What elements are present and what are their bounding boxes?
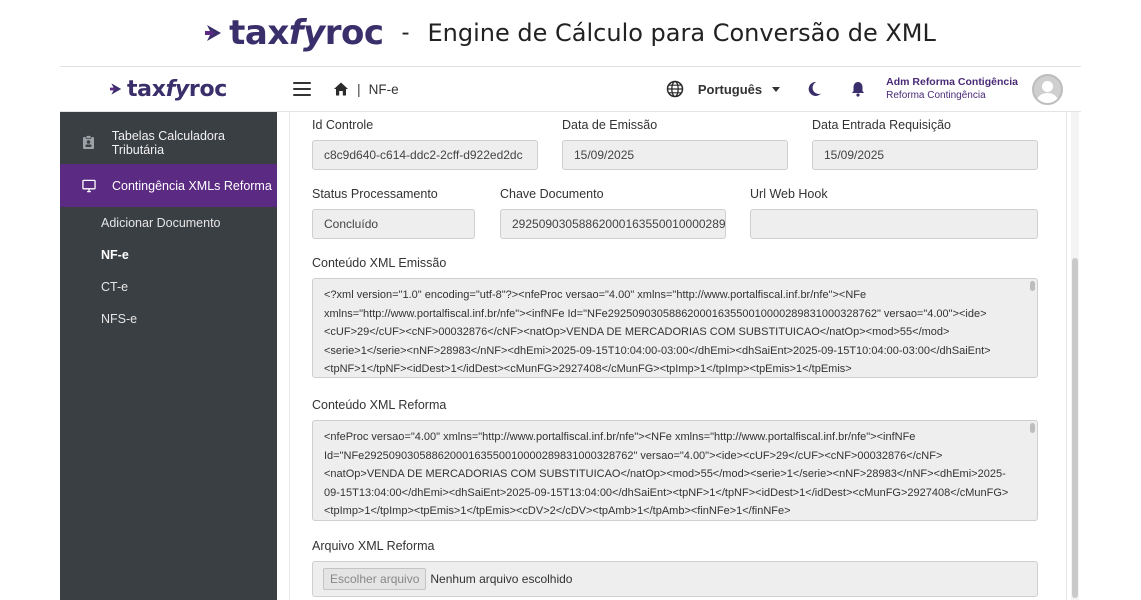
avatar[interactable] (1032, 73, 1063, 105)
top-bar: | NF-e Português Adm Reforma Contigência (277, 67, 1081, 112)
xml-reforma-textarea[interactable]: <nfeProc versao="4.00" xmlns="http://www… (312, 420, 1038, 521)
url-webhook-label: Url Web Hook (750, 187, 828, 201)
bell-icon[interactable] (850, 81, 866, 97)
sidebar-subitem-nfe[interactable]: NF-e (60, 239, 277, 271)
user-name: Adm Reforma Contigência (886, 76, 1018, 88)
chevron-down-icon (772, 86, 781, 92)
sidebar-item-contingencia-xmls[interactable]: Contingência XMLs Reforma (60, 164, 277, 207)
sidebar-logo[interactable]: taxfyroc (60, 67, 277, 112)
data-emissao-label: Data de Emissão (562, 118, 658, 132)
file-status-text: Nenhum arquivo escolhido (430, 572, 573, 586)
url-webhook-field[interactable] (750, 209, 1038, 239)
user-info[interactable]: Adm Reforma Contigência Reforma Contingê… (886, 76, 1018, 102)
user-role: Reforma Contingência (886, 90, 986, 101)
logo-arrow-icon (109, 83, 122, 95)
status-processamento-label: Status Processamento (312, 187, 438, 201)
xml-emissao-label: Conteúdo XML Emissão (312, 256, 447, 270)
scrollbar-thumb[interactable] (1072, 258, 1078, 598)
sidebar-subitem-cte[interactable]: CT-e (60, 271, 277, 303)
data-entrada-label: Data Entrada Requisição (812, 118, 951, 132)
textarea-scrollbar[interactable] (1030, 423, 1035, 433)
arquivo-xml-reforma-label: Arquivo XML Reforma (312, 539, 435, 553)
breadcrumb[interactable]: NF-e (369, 82, 399, 97)
sidebar-subitem-adicionar-documento[interactable]: Adicionar Documento (60, 207, 277, 239)
breadcrumb-separator: | (357, 81, 361, 97)
moon-icon[interactable] (806, 81, 822, 97)
chave-documento-field[interactable]: 29250903058862000163550010000289 (500, 209, 726, 239)
id-controle-label: Id Controle (312, 118, 374, 132)
banner-title: Engine de Cálculo para Conversão de XML (427, 19, 936, 47)
clipboard-icon (82, 135, 96, 150)
language-selector[interactable]: Português (698, 82, 781, 97)
home-icon[interactable] (333, 81, 349, 97)
status-processamento-field[interactable]: Concluído (312, 209, 475, 239)
main-content: Id Controle c8c9d640-c614-ddc2-2cff-d922… (277, 112, 1081, 600)
header-banner: taxfyroc - Engine de Cálculo para Conver… (0, 0, 1141, 66)
page-scrollbar[interactable] (1071, 112, 1079, 600)
sidebar-item-label: Contingência XMLs Reforma (112, 178, 272, 193)
sidebar-subitem-nfse[interactable]: NFS-e (60, 303, 277, 335)
menu-toggle-icon[interactable] (293, 82, 311, 96)
app-window: taxfyroc Tabelas Calculadora Tributária … (60, 66, 1081, 600)
xml-emissao-textarea[interactable]: <?xml version="1.0" encoding="utf-8"?><n… (312, 278, 1038, 378)
sidebar: taxfyroc Tabelas Calculadora Tributária … (60, 67, 277, 600)
banner-separator: - (401, 19, 410, 46)
chave-documento-label: Chave Documento (500, 187, 604, 201)
sidebar-item-label: Tabelas Calculadora Tributária (111, 128, 225, 157)
data-entrada-field[interactable]: 15/09/2025 (812, 140, 1038, 170)
logo-arrow-icon (205, 25, 222, 41)
monitor-icon (82, 179, 96, 193)
globe-icon[interactable] (666, 80, 684, 98)
xml-reforma-label: Conteúdo XML Reforma (312, 398, 447, 412)
sidebar-item-tabelas-calculadora[interactable]: Tabelas Calculadora Tributária (60, 121, 277, 164)
textarea-scrollbar[interactable] (1030, 281, 1035, 291)
id-controle-field[interactable]: c8c9d640-c614-ddc2-2cff-d922ed2dc (312, 140, 538, 170)
file-input[interactable]: Escolher arquivo Nenhum arquivo escolhid… (312, 561, 1038, 597)
document-form: Id Controle c8c9d640-c614-ddc2-2cff-d922… (289, 112, 1067, 600)
choose-file-button[interactable]: Escolher arquivo (323, 568, 427, 590)
data-emissao-field[interactable]: 15/09/2025 (562, 140, 788, 170)
taxfyroc-logo: taxfyroc (205, 13, 384, 53)
